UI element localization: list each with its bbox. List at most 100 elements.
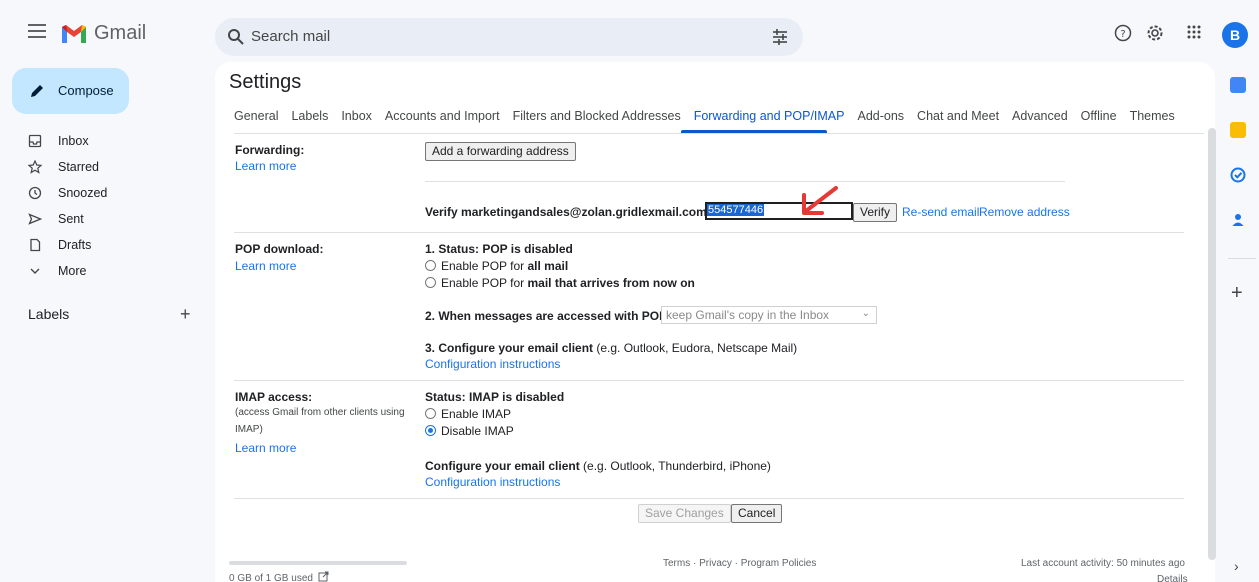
- tasks-icon[interactable]: [1230, 167, 1246, 183]
- imap-access-label: IMAP access:: [235, 390, 313, 404]
- footer-links[interactable]: Terms · Privacy · Program Policies: [663, 558, 816, 569]
- details-link[interactable]: Details: [1157, 574, 1188, 582]
- calendar-icon[interactable]: [1230, 77, 1246, 93]
- tab-themes[interactable]: Themes: [1130, 109, 1175, 123]
- storage-usage-text: 0 GB of 1 GB used: [229, 573, 313, 582]
- compose-button[interactable]: Compose: [12, 68, 129, 114]
- search-icon[interactable]: [227, 28, 245, 46]
- gmail-logo[interactable]: Gmail: [60, 22, 146, 45]
- verification-code-value: 554577446: [707, 204, 765, 216]
- external-link-icon[interactable]: [318, 571, 329, 582]
- section-divider: [234, 232, 1184, 233]
- top-bar: Gmail Search mail ? B: [0, 0, 1259, 68]
- tab-accounts-and-import[interactable]: Accounts and Import: [385, 109, 500, 123]
- send-icon: [28, 213, 42, 225]
- cancel-button[interactable]: Cancel: [731, 504, 783, 523]
- pop-all-mail-radio[interactable]: [425, 260, 436, 271]
- page-title: Settings: [229, 71, 302, 93]
- tabs-divider: [234, 133, 1204, 134]
- sidebar-item-starred[interactable]: Starred: [0, 154, 210, 180]
- pencil-icon: [31, 85, 43, 97]
- imap-note: (access Gmail from other clients using I…: [235, 407, 405, 435]
- inbox-icon: [28, 134, 42, 148]
- apps-grid-icon[interactable]: [1186, 24, 1202, 40]
- tab-forwarding-pop-imap[interactable]: Forwarding and POP/IMAP: [694, 109, 845, 123]
- disable-imap-label: Disable IMAP: [441, 424, 514, 438]
- sidebar-nav: Inbox Starred Snoozed Sent Drafts More: [0, 128, 210, 284]
- pop-learn-more-link[interactable]: Learn more: [235, 259, 296, 273]
- tab-advanced[interactable]: Advanced: [1012, 109, 1068, 123]
- sidebar-item-label: More: [58, 264, 87, 278]
- search-options-icon[interactable]: [771, 28, 789, 46]
- chevron-right-icon[interactable]: ›: [1234, 558, 1239, 574]
- settings-tabs: General Labels Inbox Accounts and Import…: [234, 109, 1188, 123]
- tab-chat-and-meet[interactable]: Chat and Meet: [917, 109, 999, 123]
- tab-general[interactable]: General: [234, 109, 278, 123]
- sidebar-item-sent[interactable]: Sent: [0, 206, 210, 232]
- sidebar-item-drafts[interactable]: Drafts: [0, 232, 210, 258]
- sidebar-item-label: Snoozed: [58, 186, 108, 200]
- pop-step3-label: 3. Configure your email client (e.g. Out…: [425, 341, 798, 355]
- labels-heading: Labels: [28, 306, 70, 322]
- tab-filters[interactable]: Filters and Blocked Addresses: [513, 109, 681, 123]
- search-input[interactable]: Search mail: [251, 28, 330, 45]
- tab-add-ons[interactable]: Add-ons: [857, 109, 904, 123]
- sidebar-item-label: Drafts: [58, 238, 92, 252]
- verify-address-text: Verify marketingandsales@zolan.gridlexma…: [425, 205, 707, 219]
- enable-imap-label: Enable IMAP: [441, 407, 512, 421]
- app-name: Gmail: [94, 22, 147, 44]
- right-panel-divider: [1228, 258, 1256, 259]
- save-changes-button[interactable]: Save Changes: [638, 504, 731, 523]
- section-divider: [234, 498, 1184, 499]
- compose-label: Compose: [58, 83, 114, 98]
- pop-step2-label: 2. When messages are accessed with POP: [425, 309, 668, 323]
- pop-action-select[interactable]: keep Gmail's copy in the Inbox ⌄: [661, 306, 877, 324]
- tab-inbox[interactable]: Inbox: [341, 109, 372, 123]
- sidebar-item-label: Starred: [58, 160, 99, 174]
- sidebar-item-label: Inbox: [58, 134, 89, 148]
- forwarding-label: Forwarding:: [235, 143, 305, 157]
- sidebar-item-inbox[interactable]: Inbox: [0, 128, 210, 154]
- help-icon[interactable]: ?: [1114, 24, 1132, 42]
- pop-config-instructions-link[interactable]: Configuration instructions: [425, 357, 560, 371]
- sidebar-item-snoozed[interactable]: Snoozed: [0, 180, 210, 206]
- add-label-icon[interactable]: +: [180, 304, 191, 325]
- enable-imap-radio[interactable]: [425, 408, 436, 419]
- add-forwarding-address-button[interactable]: Add a forwarding address: [425, 142, 576, 161]
- pop-from-now-label: Enable POP for mail that arrives from no…: [441, 276, 695, 290]
- pop-from-now-radio[interactable]: [425, 277, 436, 288]
- star-icon: [28, 160, 42, 174]
- last-activity-text: Last account activity: 50 minutes ago: [1021, 558, 1185, 569]
- get-add-ons-icon[interactable]: +: [1231, 282, 1243, 305]
- gmail-m-icon: [62, 24, 86, 43]
- main-menu-icon[interactable]: [28, 24, 46, 38]
- search-bar[interactable]: Search mail: [215, 18, 803, 56]
- forwarding-divider: [425, 181, 1065, 182]
- imap-config-instructions-link[interactable]: Configuration instructions: [425, 475, 560, 489]
- annotation-arrow-icon: [802, 186, 838, 215]
- remove-address-link[interactable]: Remove address: [979, 205, 1070, 219]
- sidebar-item-label: Sent: [58, 212, 84, 226]
- settings-gear-icon[interactable]: [1146, 24, 1164, 42]
- tab-offline[interactable]: Offline: [1081, 109, 1117, 123]
- imap-learn-more-link[interactable]: Learn more: [235, 441, 296, 455]
- tab-labels[interactable]: Labels: [291, 109, 328, 123]
- resend-email-link[interactable]: Re-send email: [902, 205, 979, 219]
- chevron-down-icon: [30, 268, 40, 274]
- sidebar-item-more[interactable]: More: [0, 258, 210, 284]
- contacts-icon[interactable]: [1230, 212, 1246, 228]
- forwarding-learn-more-link[interactable]: Learn more: [235, 159, 296, 173]
- right-side-panel: + ›: [1226, 68, 1256, 582]
- draft-icon: [30, 238, 41, 252]
- verify-button[interactable]: Verify: [853, 203, 898, 222]
- disable-imap-radio[interactable]: [425, 425, 436, 436]
- pop-status: 1. Status: POP is disabled: [425, 242, 573, 256]
- imap-configure-label: Configure your email client (e.g. Outloo…: [425, 459, 771, 473]
- account-avatar[interactable]: B: [1222, 22, 1248, 48]
- keep-icon[interactable]: [1230, 122, 1246, 138]
- settings-scrollbar[interactable]: [1208, 128, 1216, 560]
- storage-usage-bar: [229, 561, 407, 565]
- pop-all-mail-label: Enable POP for all mail: [441, 259, 569, 273]
- imap-status: Status: IMAP is disabled: [425, 390, 565, 404]
- clock-icon: [28, 186, 42, 200]
